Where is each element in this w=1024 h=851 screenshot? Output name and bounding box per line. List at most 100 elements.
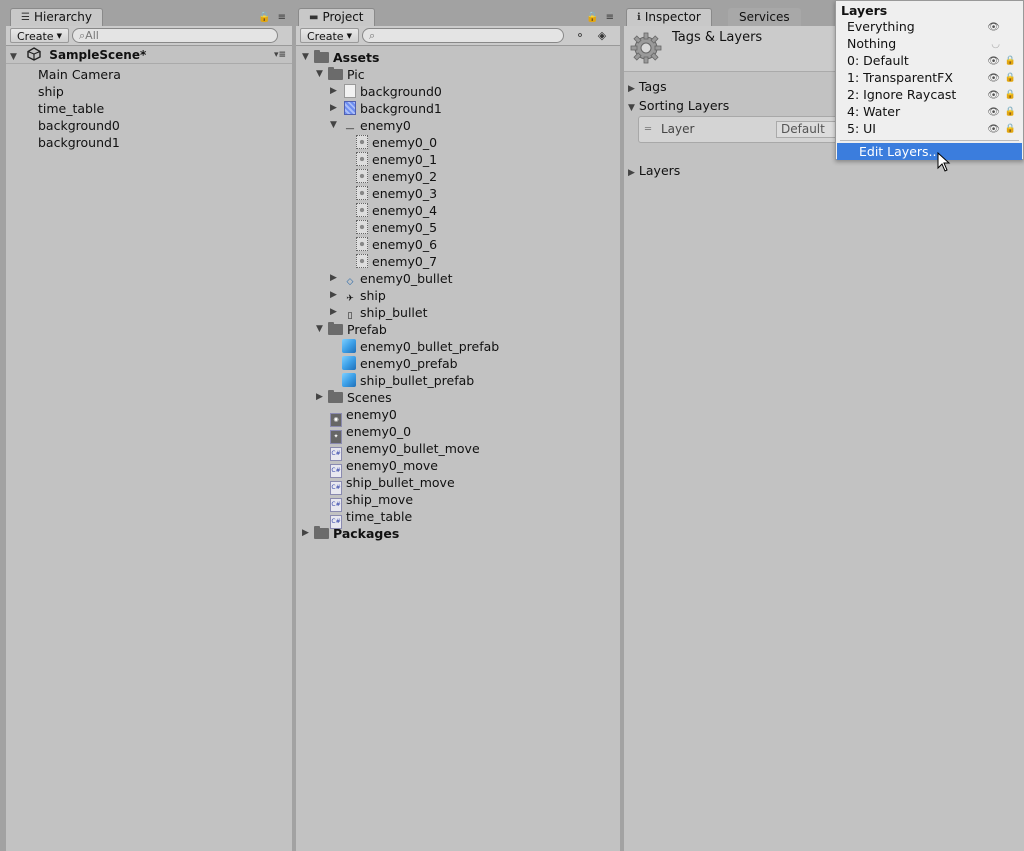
tree-item-sprite[interactable]: enemy0_1 [356,151,437,168]
tree-item-sprite[interactable]: enemy0_2 [356,168,437,185]
hierarchy-item[interactable]: background1 [38,134,120,151]
folder-icon [328,322,343,335]
expand-arrow-icon[interactable]: ▼ [316,321,323,338]
layers-menu-item[interactable]: Everything 👁 [837,18,1022,35]
tree-item-assets[interactable]: ▼ Assets [302,49,379,66]
tree-item-prefab-folder[interactable]: ▼ Prefab [316,321,387,338]
foldout-sorting-layers[interactable]: ▼ Sorting Layers [628,97,729,114]
tree-item-script[interactable]: C# enemy0_move [330,457,438,478]
eye-icon[interactable]: 👁 [987,104,1000,121]
eye-icon[interactable]: 👁 [987,53,1000,70]
tree-item-background0[interactable]: ▶ background0 [330,83,442,100]
tree-item-ship[interactable]: ▶ ✈ ship [330,287,386,304]
sorting-layer-row[interactable]: ═ Layer Default [638,116,846,143]
sprite-icon [356,135,368,149]
search-by-label-icon[interactable]: ◈ [592,28,612,44]
list-icon: ☰ [21,12,30,23]
tab-inspector[interactable]: ℹ Inspector [626,8,712,26]
tree-item-background1[interactable]: ▶ background1 [330,100,442,117]
layers-menu-item[interactable]: 1: TransparentFX 👁 🔒 [837,69,1022,86]
tree-item-animator[interactable]: ◉ enemy0 [330,406,397,427]
tree-item-sprite[interactable]: enemy0_6 [356,236,437,253]
expand-arrow-icon[interactable]: ▼ [302,49,309,66]
folder-icon: ▬ [309,12,319,23]
tree-item-scenes[interactable]: ▶ Scenes [316,389,392,406]
hierarchy-item[interactable]: ship [38,83,64,100]
collapse-arrow-icon[interactable]: ▶ [330,304,337,321]
unity-scene-icon [27,47,41,61]
sprite-icon [356,203,368,217]
collapse-arrow-icon[interactable]: ▶ [330,100,337,117]
tree-item-script[interactable]: C# ship_bullet_move [330,474,455,495]
hierarchy-create-button[interactable]: Create ▼ [10,28,69,43]
tree-item-sprite[interactable]: enemy0_5 [356,219,437,236]
tree-item-packages[interactable]: ▶ Packages [302,525,399,542]
hierarchy-search-input[interactable]: ⌕All [72,28,278,43]
collapse-arrow-icon[interactable]: ▶ [628,168,635,178]
eye-icon[interactable]: 👁 [987,70,1000,87]
eye-closed-icon[interactable]: ◡ [991,36,1000,53]
hierarchy-item[interactable]: background0 [38,117,120,134]
project-create-button[interactable]: Create ▼ [300,28,359,43]
eye-icon[interactable]: 👁 [987,121,1000,138]
hierarchy-toolbar: Create ▼ ⌕All [6,26,292,46]
layers-menu-item[interactable]: 4: Water 👁 🔒 [837,103,1022,120]
tree-item-script[interactable]: C# enemy0_bullet_move [330,440,480,461]
hierarchy-item[interactable]: time_table [38,100,104,117]
collapse-arrow-icon[interactable]: ▶ [330,83,337,100]
tree-item-pic[interactable]: ▼ Pic [316,66,365,83]
tree-item-sprite[interactable]: enemy0_4 [356,202,437,219]
layers-menu-item[interactable]: 2: Ignore Raycast 👁 🔒 [837,86,1022,103]
mouse-cursor-icon [937,152,951,172]
tree-item-ship-bullet[interactable]: ▶ ▯ ship_bullet [330,304,428,321]
lock-icon[interactable]: 🔒 [1005,53,1016,70]
prefab-cube-icon [342,339,356,353]
expand-arrow-icon[interactable]: ▼ [10,52,17,62]
scene-menu-icon[interactable]: ▾≡ [274,47,286,64]
layers-menu-item[interactable]: Nothing ◡ [837,35,1022,52]
lock-icon[interactable]: 🔒 [1005,70,1016,87]
tree-item-animation[interactable]: ✦ enemy0_0 [330,423,411,444]
eye-icon[interactable]: 👁 [987,19,1000,36]
lock-icon[interactable]: 🔒 [1005,104,1016,121]
foldout-tags[interactable]: ▶ Tags [628,78,667,95]
expand-arrow-icon[interactable]: ▼ [628,103,635,113]
collapse-arrow-icon[interactable]: ▶ [316,389,323,406]
tree-item-prefab[interactable]: ship_bullet_prefab [342,372,474,389]
tab-hierarchy[interactable]: ☰ Hierarchy [10,8,103,26]
tree-item-sprite[interactable]: enemy0_7 [356,253,437,270]
expand-arrow-icon[interactable]: ▼ [316,66,323,83]
layers-menu-item[interactable]: 0: Default 👁 🔒 [837,52,1022,69]
panel-options-icon[interactable]: 🔒 ≡ [586,12,616,23]
collapse-arrow-icon[interactable]: ▶ [330,270,337,287]
lock-icon[interactable]: 🔒 [1005,121,1016,138]
tree-item-sprite[interactable]: enemy0_0 [356,134,437,151]
sprite-icon [356,186,368,200]
tree-item-prefab[interactable]: enemy0_bullet_prefab [342,338,499,355]
tree-item-enemy0[interactable]: ▼ — enemy0 [330,117,411,134]
tree-item-script[interactable]: C# time_table [330,508,412,529]
layers-menu-item[interactable]: 5: UI 👁 🔒 [837,120,1022,137]
lock-icon[interactable]: 🔒 [1005,87,1016,104]
foldout-layers[interactable]: ▶ Layers [628,162,680,179]
panel-options-icon[interactable]: 🔒 ≡ [258,12,288,23]
search-by-type-icon[interactable]: ⚬ [570,28,590,44]
collapse-arrow-icon[interactable]: ▶ [330,287,337,304]
tree-item-prefab[interactable]: enemy0_prefab [342,355,458,372]
hierarchy-item[interactable]: Main Camera [38,66,121,83]
edit-layers-menu-item[interactable]: Edit Layers... [837,143,1022,160]
tab-services[interactable]: Services [728,8,801,26]
tree-item-script[interactable]: C# ship_move [330,491,413,512]
tree-item-sprite[interactable]: enemy0_3 [356,185,437,202]
tab-project[interactable]: ▬ Project [298,8,375,26]
expand-arrow-icon[interactable]: ▼ [330,117,337,134]
drag-handle-icon[interactable]: ═ [645,124,651,135]
scene-header[interactable]: ▼ SampleScene* ▾≡ [6,47,292,64]
collapse-arrow-icon[interactable]: ▶ [302,525,309,542]
hierarchy-tabbar: ☰ Hierarchy 🔒 ≡ [6,6,292,26]
eye-icon[interactable]: 👁 [987,87,1000,104]
project-search-input[interactable]: ⌕ [362,28,564,43]
project-panel: ▬ Project 🔒 ≡ Create ▼ ⌕ ⚬ ◈ ▼ Assets ▼ Pi… [296,6,620,851]
collapse-arrow-icon[interactable]: ▶ [628,84,635,94]
tree-item-enemy0-bullet[interactable]: ▶ ◇ enemy0_bullet [330,270,452,287]
